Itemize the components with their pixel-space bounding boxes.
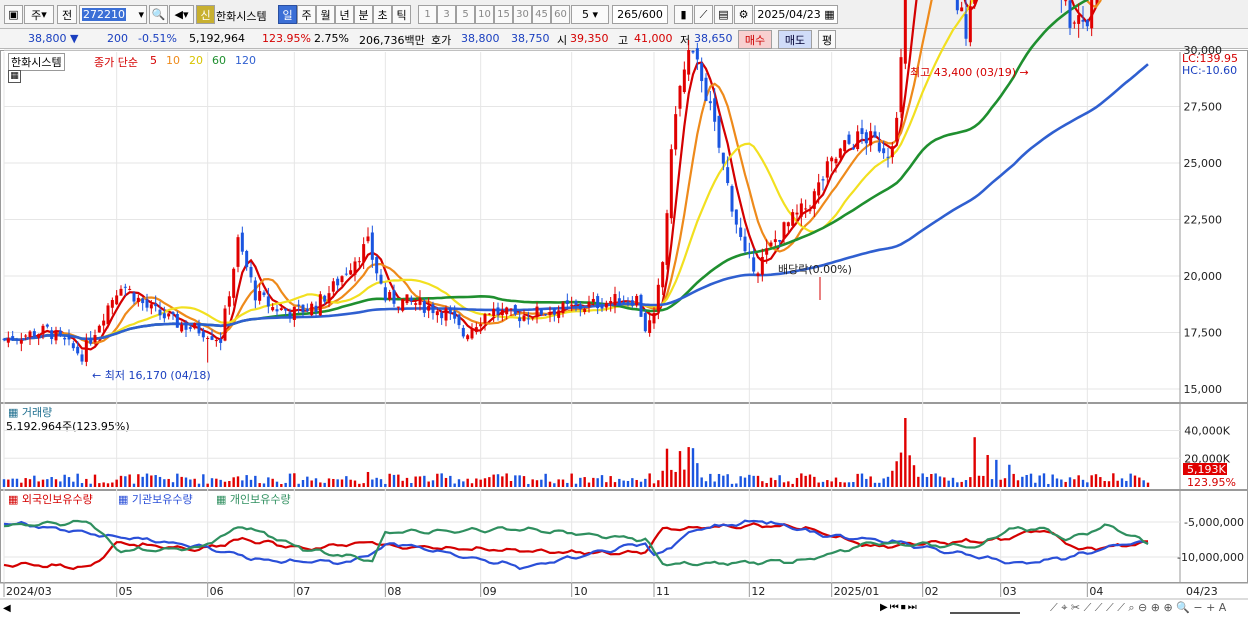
toolbar: ▣ 주 ▾ 전 272210 ▾ 🔍 ◀▾ 신 한화시스템 일주월년분초틱 1351…	[0, 0, 1248, 29]
price-change: 200	[107, 32, 128, 45]
minute-tab[interactable]: 30	[513, 5, 532, 24]
volume-value: 5,192,964주(123.95%)	[6, 420, 130, 433]
volume-panel	[0, 403, 1248, 490]
amount: 206,736백만	[359, 34, 425, 47]
period-tab[interactable]: 분	[354, 5, 373, 24]
bid-price: 38,750	[511, 32, 550, 45]
x-tick-label: 2024/03	[6, 585, 52, 598]
candle-icon[interactable]: ▮	[674, 5, 693, 24]
scroll-left-icon[interactable]: ◀	[3, 603, 11, 614]
ma-legend-item: 5	[150, 54, 157, 67]
stock-name: 한화시스템	[216, 10, 267, 23]
high-price: 41,000	[634, 32, 673, 45]
x-tick-label: 09	[483, 585, 497, 598]
x-tick-label: 2025/01	[834, 585, 880, 598]
holding-legend-item: ▦ 외국인보유수량	[8, 493, 93, 506]
current-price: 38,800 ▼	[28, 32, 79, 45]
drawing-tools-icon[interactable]: ⟋ ⌖ ✂ ⟋ ⟋ ⟋ ⟋ ⌕ ⊖ ⊕ ⊕ 🔍 − + A	[1050, 601, 1226, 615]
x-right-label: 04/23	[1186, 585, 1218, 598]
quote-bar: 38,800 ▼ 200 -0.51% 5,192,964 123.95% 2.…	[0, 29, 1248, 49]
x-tick-label: 05	[119, 585, 133, 598]
x-tick-label: 11	[656, 585, 670, 598]
ask-price: 38,800	[461, 32, 500, 45]
gear-icon[interactable]: ⚙	[734, 5, 753, 24]
layout-icon[interactable]: ▣	[4, 5, 23, 24]
save-icon[interactable]: ▤	[714, 5, 733, 24]
minute-tab[interactable]: 10	[475, 5, 494, 24]
code-input[interactable]: 272210 ▾	[79, 5, 147, 24]
minute-tab[interactable]: 1	[418, 5, 437, 24]
period-tab[interactable]: 초	[373, 5, 392, 24]
low-label: 저	[680, 34, 691, 47]
avg-button[interactable]: 평	[818, 30, 836, 49]
market-select[interactable]: 주 ▾	[24, 5, 54, 24]
open-price: 39,350	[570, 32, 609, 45]
holding-legend-item: ▦ 개인보유수량	[216, 493, 291, 506]
low-price: 38,650	[694, 32, 733, 45]
period-tab[interactable]: 월	[316, 5, 335, 24]
date-field[interactable]: 2025/04/23 ▦	[754, 5, 838, 24]
ma-legend-item: 20	[189, 54, 203, 67]
holding-legend-item: ▦ 기관보유수량	[118, 493, 193, 506]
minute-tab[interactable]: 5	[456, 5, 475, 24]
open-label: 시	[557, 34, 568, 47]
period-tab[interactable]: 주	[297, 5, 316, 24]
minute-tab[interactable]: 60	[551, 5, 570, 24]
ma-legend-title: 종가 단순	[94, 56, 138, 69]
x-tick-label: 02	[925, 585, 939, 598]
period-tab[interactable]: 년	[335, 5, 354, 24]
ma-legend-item: 60	[212, 54, 226, 67]
minute-tab[interactable]: 15	[494, 5, 513, 24]
new-badge: 신	[196, 5, 215, 24]
hc-label: HC:-10.60	[1182, 64, 1238, 77]
x-tick-label: 08	[387, 585, 401, 598]
unit-select[interactable]: 5 ▾	[571, 5, 609, 24]
draw-icon[interactable]: ⟋	[694, 5, 713, 24]
x-tick-label: 06	[210, 585, 224, 598]
turnover: 2.75%	[314, 32, 349, 45]
x-tick-label: 04	[1089, 585, 1103, 598]
ask-label: 호가	[431, 34, 452, 47]
x-tick-label: 10	[574, 585, 588, 598]
volume-rate: 123.95%	[262, 32, 311, 45]
period-tab[interactable]: 틱	[392, 5, 411, 24]
sell-button[interactable]: 매도	[778, 30, 812, 49]
buy-button[interactable]: 매수	[738, 30, 772, 49]
mode-button[interactable]: 전	[57, 5, 77, 24]
ma-legend-item: 10	[166, 54, 180, 67]
minute-tab[interactable]: 3	[437, 5, 456, 24]
price-panel	[0, 50, 1248, 403]
count-field[interactable]: 265/600	[612, 5, 668, 24]
grid-icon[interactable]: ▦	[8, 70, 21, 83]
x-tick-label: 12	[751, 585, 765, 598]
sound-icon[interactable]: ◀▾	[169, 5, 194, 24]
x-tick-label: 07	[296, 585, 310, 598]
high-label: 고	[618, 34, 629, 47]
search-icon[interactable]: 🔍	[149, 5, 168, 24]
minute-tab[interactable]: 45	[532, 5, 551, 24]
x-tick-label: 03	[1003, 585, 1017, 598]
volume: 5,192,964	[189, 32, 245, 45]
ma-legend-item: 120	[235, 54, 256, 67]
chevron-down-icon: ▾	[138, 8, 144, 21]
period-tab[interactable]: 일	[278, 5, 297, 24]
change-rate: -0.51%	[138, 32, 177, 45]
scroll-controls[interactable]: ▶⏮⏹⏭	[880, 602, 919, 613]
zoom-slider[interactable]	[950, 600, 1020, 614]
stock-tag[interactable]: 한화시스템	[8, 53, 65, 71]
